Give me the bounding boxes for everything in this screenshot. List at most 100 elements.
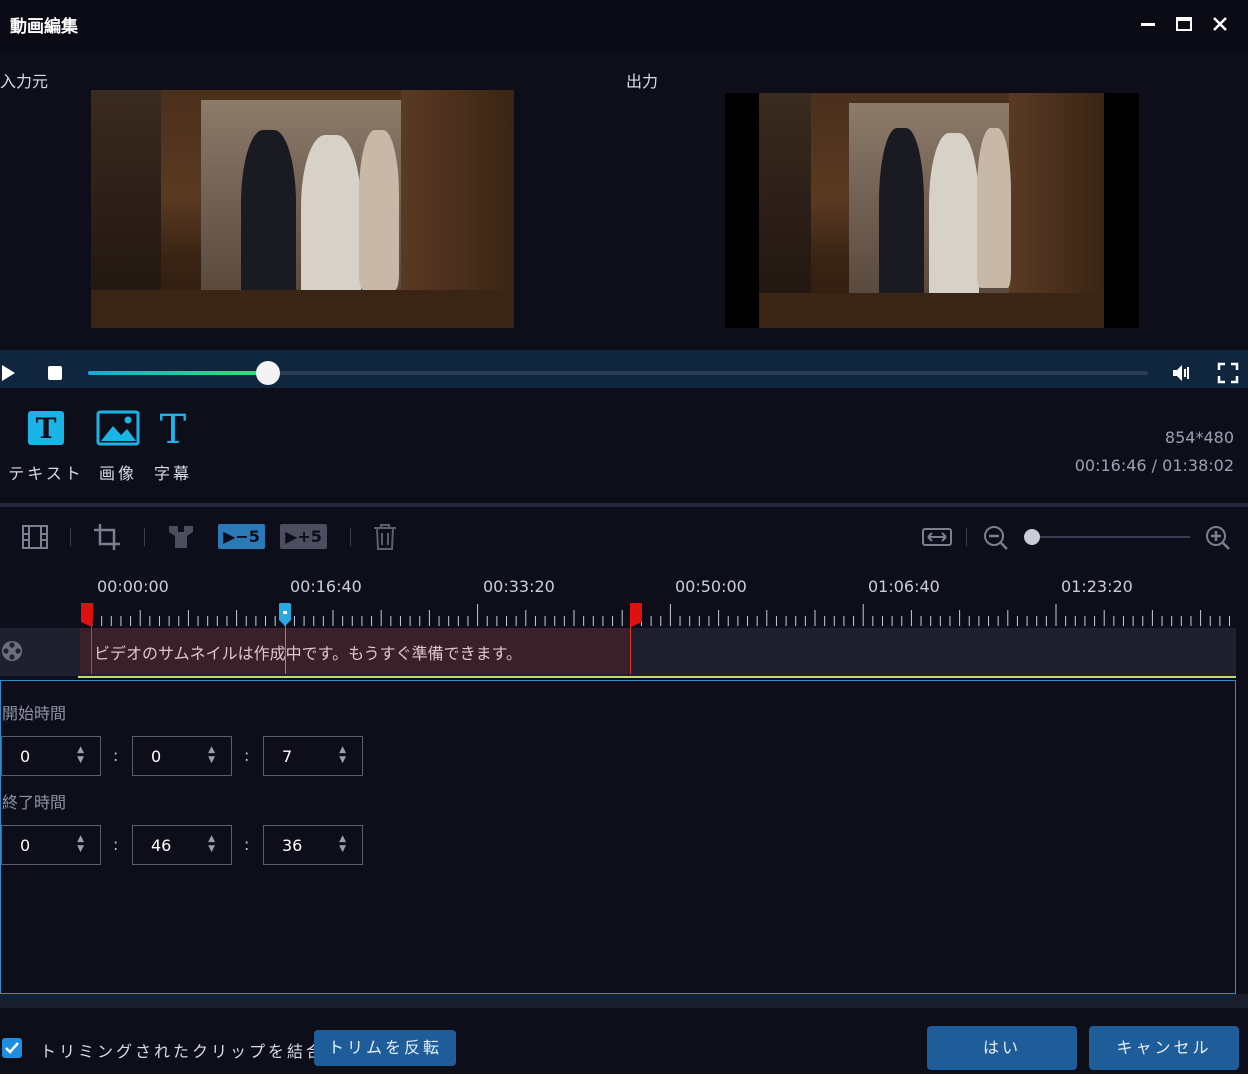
zoom-slider-track[interactable] — [1030, 536, 1190, 538]
volume-icon — [1173, 365, 1189, 381]
playback-bar — [0, 350, 1248, 388]
svg-text:T: T — [160, 410, 187, 446]
zoom-slider-handle[interactable] — [1024, 529, 1040, 545]
start-hours-value: 0 — [20, 747, 31, 766]
filmstrip-icon — [22, 525, 48, 549]
time-colon: : — [244, 746, 250, 765]
spinner-arrows-icon[interactable]: ▲ ▼ — [77, 745, 84, 765]
time-colon: : — [113, 835, 119, 854]
spinner-arrows-icon[interactable]: ▲ ▼ — [77, 834, 84, 854]
spinner-arrows-icon[interactable]: ▲ ▼ — [208, 745, 215, 765]
invert-trim-button[interactable]: トリムを反転 — [314, 1030, 456, 1066]
end-seconds-value: 36 — [282, 836, 303, 855]
time-position-text: 00:16:46 / 01:38:02 — [1074, 456, 1234, 475]
close-icon — [1213, 17, 1227, 31]
window-title: 動画編集 — [10, 17, 78, 37]
subtitle-tool-button[interactable]: T 字幕 — [150, 407, 196, 484]
end-minutes-field[interactable]: 46 ▲ ▼ — [132, 825, 232, 865]
end-hours-field[interactable]: 0 ▲ ▼ — [1, 825, 101, 865]
forward-5-button[interactable]: ▶+5 — [280, 524, 327, 549]
fullscreen-icon — [1217, 362, 1239, 384]
toolbar-separator — [70, 528, 71, 546]
timeline-tick-label: 01:06:40 — [868, 577, 940, 596]
image-tool-button[interactable]: 画像 — [92, 410, 144, 484]
output-preview-label: 出力 — [626, 72, 659, 91]
trash-icon — [374, 524, 396, 550]
play-icon — [2, 365, 15, 381]
zoom-in-button[interactable] — [1204, 522, 1232, 552]
start-minutes-value: 0 — [151, 747, 162, 766]
split-button[interactable] — [166, 522, 196, 552]
fullscreen-button[interactable] — [1216, 361, 1240, 389]
forward-5-icon: ▶ — [285, 527, 298, 546]
forward-5-label: +5 — [297, 527, 322, 546]
maximize-button[interactable] — [1172, 12, 1196, 36]
minimize-icon — [1141, 23, 1155, 26]
volume-button[interactable] — [1170, 361, 1194, 389]
start-minutes-field[interactable]: 0 ▲ ▼ — [132, 736, 232, 776]
filmstrip-button[interactable] — [20, 522, 50, 552]
clip-track-underline — [78, 676, 1236, 678]
playhead-handle[interactable] — [278, 602, 292, 632]
rewind-5-icon: ▶ — [223, 527, 236, 546]
rewind-5-button[interactable]: ▶−5 — [218, 524, 265, 549]
stop-button[interactable] — [46, 364, 64, 386]
fit-width-icon — [922, 528, 952, 546]
trim-end-handle[interactable] — [629, 602, 643, 632]
rewind-5-label: −5 — [235, 527, 260, 546]
resolution-text: 854*480 — [1164, 428, 1234, 447]
input-preview-label: 入力元 — [0, 72, 49, 91]
video-info: 854*480 00:16:46 / 01:38:02 — [1075, 424, 1234, 480]
crop-button[interactable] — [92, 522, 122, 552]
trim-start-marker-icon — [81, 603, 93, 627]
close-button[interactable] — [1208, 12, 1232, 36]
timeline-tick-label: 00:00:00 — [97, 577, 169, 596]
end-seconds-field[interactable]: 36 ▲ ▼ — [263, 825, 363, 865]
spinner-arrows-icon[interactable]: ▲ ▼ — [208, 834, 215, 854]
text-tool-button[interactable]: T テキスト — [8, 410, 84, 484]
text-tool-icon: T — [28, 411, 64, 445]
toolbar-separator — [144, 528, 145, 546]
zoom-in-icon — [1206, 526, 1230, 550]
end-hours-value: 0 — [20, 836, 31, 855]
merge-clips-label[interactable]: トリミングされたクリップを結合 — [40, 1038, 325, 1062]
start-seconds-value: 7 — [282, 747, 293, 766]
yes-button[interactable]: はい — [927, 1026, 1077, 1070]
play-button[interactable] — [0, 362, 18, 388]
stop-icon — [48, 366, 62, 380]
spinner-arrows-icon[interactable]: ▲ ▼ — [339, 745, 346, 765]
maximize-icon — [1176, 17, 1192, 31]
start-hours-field[interactable]: 0 ▲ ▼ — [1, 736, 101, 776]
start-time-label: 開始時間 — [2, 704, 67, 723]
end-time-label: 終了時間 — [2, 793, 67, 812]
timeline-tick-label: 00:50:00 — [675, 577, 747, 596]
start-seconds-field[interactable]: 7 ▲ ▼ — [263, 736, 363, 776]
end-minutes-value: 46 — [151, 836, 172, 855]
timeline-tick-label: 01:23:20 — [1061, 577, 1133, 596]
svg-text:T: T — [36, 412, 57, 445]
toolbar-separator — [966, 528, 967, 546]
title-bar — [0, 0, 1248, 50]
checkmark-icon — [5, 1042, 19, 1054]
merge-clips-checkbox[interactable] — [2, 1038, 22, 1058]
progress-handle[interactable] — [256, 361, 280, 385]
clip-placeholder-text: ビデオのサムネイルは作成中です。もうすぐ準備できます。 — [94, 644, 523, 663]
film-reel-icon — [0, 638, 26, 668]
delete-button[interactable] — [370, 522, 400, 552]
timeline-tick-label: 00:33:20 — [483, 577, 555, 596]
spinner-arrows-icon[interactable]: ▲ ▼ — [339, 834, 346, 854]
crop-icon — [94, 524, 120, 550]
zoom-out-button[interactable] — [982, 522, 1010, 552]
fit-timeline-button[interactable] — [920, 522, 954, 552]
trim-end-marker-icon — [630, 603, 642, 627]
minimize-button[interactable] — [1136, 12, 1160, 36]
playhead-marker-icon — [279, 603, 291, 626]
subtitle-tool-label: 字幕 — [153, 464, 192, 483]
section-divider — [0, 503, 1248, 507]
trim-start-handle[interactable] — [80, 602, 94, 632]
split-icon — [169, 526, 193, 548]
cancel-button[interactable]: キャンセル — [1089, 1026, 1239, 1070]
timeline-ruler — [91, 604, 1231, 626]
output-video-preview — [725, 93, 1139, 328]
panel-bottom-strip — [0, 994, 1248, 1008]
